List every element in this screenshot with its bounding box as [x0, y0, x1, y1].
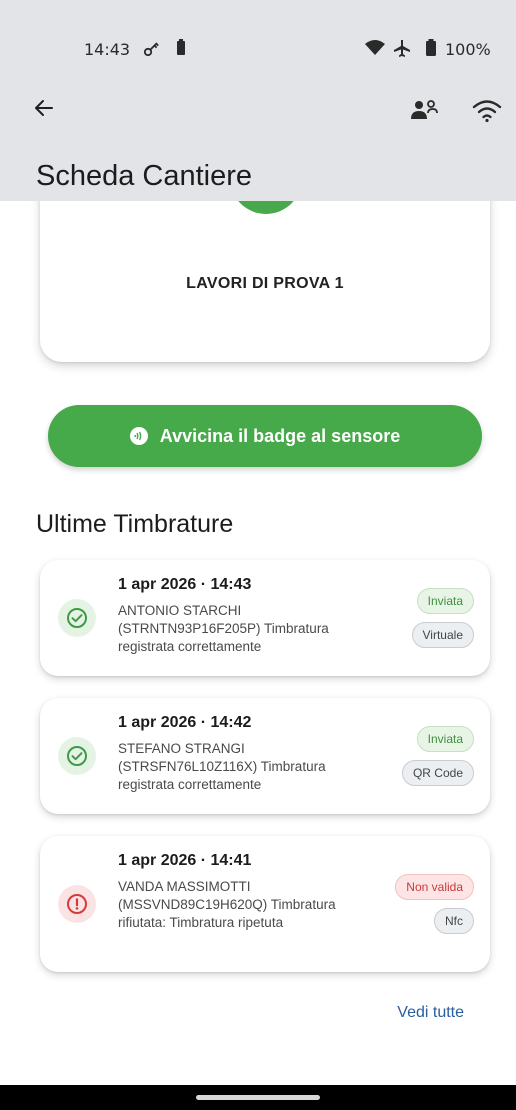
punch-datetime: 1 apr 2026 · 14:43 [118, 576, 252, 593]
success-status [58, 599, 96, 637]
punch-description: STEFANO STRANGI (STRSFN76L10Z116X) Timbr… [118, 741, 326, 792]
recent-punches-title: Ultime Timbrature [36, 510, 234, 538]
battery-icon [424, 38, 438, 62]
punch-datetime: 1 apr 2026 · 14:42 [118, 714, 252, 731]
wifi-icon [364, 38, 386, 62]
punch-card[interactable]: 1 apr 2026 · 14:41 VANDA MASSIMOTTI (MSS… [40, 836, 490, 972]
source-chip: Virtuale [411, 622, 474, 648]
screen: LAVORI DI PROVA 1 Avvicina il badge al s… [0, 0, 516, 1110]
badge-scan-label: Avvicina il badge al sensore [159, 425, 401, 446]
error-status [58, 885, 96, 923]
status-time: 14:43 [84, 40, 131, 59]
status-chip: Inviata [416, 588, 474, 614]
status-chip: Non valida [395, 874, 474, 900]
wifi-icon [472, 100, 502, 123]
source-chip: QR Code [401, 760, 474, 786]
punch-description: ANTONIO STARCHI (STRNTN93P16F205P) Timbr… [118, 603, 329, 654]
back-arrow-icon [35, 100, 53, 116]
punch-card[interactable]: 1 apr 2026 · 14:42 STEFANO STRANGI (STRS… [40, 698, 490, 814]
status-bar: 14:43 100% [0, 30, 516, 70]
site-name: LAVORI DI PROVA 1 [186, 275, 344, 292]
connection-button[interactable] [472, 98, 502, 129]
check-circle-icon [67, 746, 87, 766]
app-bar: 14:43 100% Scheda Cantiere [0, 0, 516, 201]
punch-datetime: 1 apr 2026 · 14:41 [118, 852, 252, 869]
sim-icon [174, 38, 188, 62]
page-title: Scheda Cantiere [36, 160, 253, 192]
system-nav-bar [0, 1085, 516, 1110]
see-all-link[interactable]: Vedi tutte [397, 1004, 464, 1022]
alert-circle-icon [67, 894, 87, 914]
people-icon [411, 100, 438, 119]
badge-scan-button[interactable]: Avvicina il badge al sensore [48, 405, 482, 467]
status-chip: Inviata [416, 726, 474, 752]
success-status [58, 737, 96, 775]
workers-button[interactable] [410, 98, 440, 129]
nfc-icon [129, 427, 148, 445]
punch-description: VANDA MASSIMOTTI (MSSVND89C19H620Q) Timb… [118, 879, 336, 930]
key-icon [142, 38, 162, 62]
airplane-icon [392, 38, 412, 62]
back-button[interactable] [32, 96, 62, 126]
source-chip: Nfc [434, 908, 474, 934]
punch-card[interactable]: 1 apr 2026 · 14:43 ANTONIO STARCHI (STRN… [40, 560, 490, 676]
check-circle-icon [67, 608, 87, 628]
battery-percent: 100% [445, 40, 491, 59]
home-gesture-handle[interactable] [196, 1095, 320, 1100]
